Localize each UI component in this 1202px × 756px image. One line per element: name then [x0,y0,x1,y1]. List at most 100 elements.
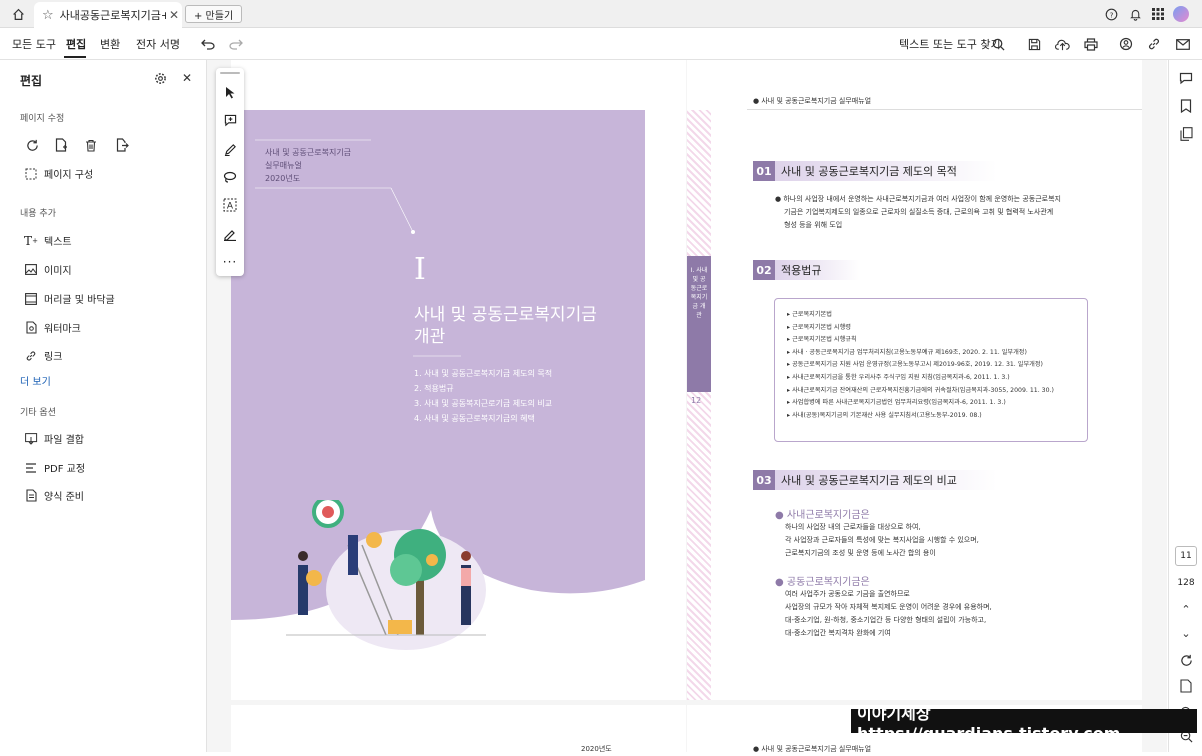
section-3-number: 03 [753,470,775,490]
extract-page-icon[interactable] [114,137,130,153]
share-user-icon[interactable] [1118,36,1134,52]
link-icon[interactable] [1146,36,1162,52]
redo-icon[interactable] [228,36,244,52]
mail-icon[interactable] [1175,36,1191,52]
prepare-form-label: 양식 준비 [44,492,84,503]
law-item: ▸ 사내(공동)복지기금의 기본재산 사용 실무지침서(고용노동부-2019. … [787,411,982,419]
settings-gear-icon[interactable] [153,71,167,85]
page-organize-label: 페이지 구성 [44,170,94,181]
page-up-icon[interactable]: ⌃ [1178,601,1194,617]
document-canvas[interactable]: 사내 및 공동근로복지기금 실무매뉴얼 2020년도 I 사내 및 공동근로복지… [207,60,1167,753]
header-footer-tool[interactable]: 머리글 및 바닥글 [24,291,115,306]
drag-handle[interactable] [220,72,240,74]
draw-lasso-icon[interactable] [216,167,244,187]
link-tool[interactable]: 링크 [24,348,62,363]
home-icon[interactable] [10,6,26,22]
rotate-page-icon[interactable] [24,137,40,153]
section-add-content: 내용 추가 [20,209,56,219]
law-item: ▸ 사내근로복지기금을 통한 우리사주 주식구입 지원 지침(임금복지과-6, … [787,373,1010,381]
page-fit-icon[interactable] [1178,678,1194,694]
help-icon[interactable]: ? [1104,7,1118,21]
laws-box: ▸ 근로복지기본법 ▸ 근로복지기본법 시행령 ▸ 근로복지기본법 시행규칙 ▸ 사내… [774,298,1088,442]
refresh-icon[interactable] [1178,652,1194,668]
close-tab-icon[interactable]: ✕ [166,8,182,22]
cover-toc: 1. 사내 및 공동근로복지기금 제도의 목적 2. 적용법규 3. 사내 및 공동… [414,366,552,426]
subsection-2-line: 여러 사업주가 공동으로 기금을 출연하므로 [785,590,910,598]
star-icon[interactable]: ☆ [42,8,54,23]
law-item: ▸ 근로복지기본법 시행규칙 [787,336,857,344]
new-tab-button[interactable]: + 만들기 [185,5,243,23]
chain-link-icon [24,349,38,363]
section-1-title: 사내 및 공동근로복지기금 제도의 목적 [775,161,997,181]
header-rule [747,109,1142,110]
pdf-proof-tool[interactable]: PDF 교정 [24,460,85,475]
subsection-2-body: 여러 사업주가 공동으로 기금을 출연하므로 사업장의 규모가 작아 자체적 복지… [785,588,992,640]
section-2-heading: 02 적용법규 [753,260,862,280]
toc-item: 4. 사내 및 공동근로복지기금의 혜택 [414,414,535,423]
bookmarks-icon[interactable] [1178,98,1194,114]
main-toolbar: 모든 도구 편집 변환 전자 서명 텍스트 또는 도구 찾기 [0,28,1202,60]
toc-item: 3. 사내 및 공동복지근로기금 제도의 비교 [414,399,553,408]
subsection-2-line: 대-중소기업, 원-하청, 중소기업간 등 다양한 형태의 설립이 가능하고, [785,616,987,624]
watermark-tool[interactable]: 워터마크 [24,320,81,335]
prepare-form-tool[interactable]: 양식 준비 [24,488,84,503]
upload-cloud-icon[interactable] [1054,36,1070,52]
subsection-2-title-text: 공동근로복지기금은 [786,577,870,588]
page-down-icon[interactable]: ⌄ [1178,625,1194,641]
add-text-label: 텍스트 [44,237,72,248]
law-item: ▸ 공동근로복지기금 지원 사업 운영규정(고용노동부고시 제2019-96호,… [787,361,1043,369]
tab-title: 사내공동근로복지기금+... [59,9,166,22]
menu-convert[interactable]: 변환 [100,36,120,52]
close-panel-icon[interactable]: ✕ [180,71,194,85]
right-rail: 11 128 ⌃ ⌄ [1168,60,1202,752]
floating-edit-toolbar: A ··· [216,68,244,276]
image-icon [24,263,38,277]
highlight-pen-icon[interactable] [216,139,244,159]
apps-icon[interactable] [1151,7,1165,21]
law-item: ▸ 사내 · 공동근로복지기금 업무처리지침(고용노동부예규 제169조, 20… [787,348,1027,356]
avatar[interactable] [1173,6,1189,22]
cover-roman: I [414,252,426,287]
section-1-line: 형성 등을 위해 도입 [784,221,843,229]
menu-edit[interactable]: 편집 [66,36,86,52]
save-icon[interactable] [1026,36,1042,52]
page-organize-tool[interactable]: 페이지 구성 [24,166,93,181]
insert-page-icon[interactable] [53,137,69,153]
pages-icon[interactable] [1178,126,1194,142]
more-tools-link[interactable]: 더 보기 [20,373,51,388]
subsection-1-line: 각 사업장과 근로자들의 특성에 맞는 복지사업을 시행할 수 있으며, [785,536,979,544]
watermark-banner: 이야기세상 https://guardians.tistory.com [851,704,1197,743]
add-text-tool[interactable]: T + 텍스트 [24,233,72,249]
combine-files-tool[interactable]: 파일 결합 [24,431,84,446]
delete-page-icon[interactable] [83,137,99,153]
watermark-label: 워터마크 [44,324,81,335]
section-3-heading: 03 사내 및 공동근로복지기금 제도의 비교 [753,470,997,490]
bell-icon[interactable] [1128,7,1142,21]
people-coins-illustration [286,500,486,650]
search-icon[interactable] [990,36,1006,52]
comments-icon[interactable] [1178,70,1194,86]
menu-all-tools[interactable]: 모든 도구 [12,36,56,52]
add-image-tool[interactable]: 이미지 [24,262,72,277]
text-box-icon[interactable]: A [216,195,244,215]
law-item: ▸ 근로복지기본법 시행령 [787,323,851,331]
current-page-input[interactable]: 11 [1175,546,1197,566]
header-bullet-icon: ● [753,97,760,105]
search-tools-label[interactable]: 텍스트 또는 도구 찾기 [899,36,1001,52]
print-icon[interactable] [1083,36,1099,52]
subsection-1-line: 근로복지기금의 조성 및 운영 등에 노사간 합의 용이 [785,549,936,557]
subsection-1-title: ● 사내근로복지기금은 [775,506,870,521]
select-arrow-icon[interactable] [216,82,244,102]
add-comment-icon[interactable] [216,110,244,130]
subsection-1-bullet-icon: ● [775,510,784,521]
next-left-footer: 2020년도 [581,745,612,753]
cover-sub1: 사내 및 공동근로복지기금 [265,148,352,157]
next-right-header: ● 사내 및 공동근로복지기금 실무매뉴얼 [753,743,871,756]
undo-icon[interactable] [200,36,216,52]
document-tab[interactable]: ☆ 사내공동근로복지기금+... ✕ [34,2,182,28]
next-left-page: 2020년도 [231,705,686,753]
subsection-2-title: ● 공동근로복지기금은 [775,573,870,588]
menu-esign[interactable]: 전자 서명 [136,36,180,52]
signature-pen-icon[interactable] [216,224,244,244]
more-options-icon[interactable]: ··· [216,252,244,272]
